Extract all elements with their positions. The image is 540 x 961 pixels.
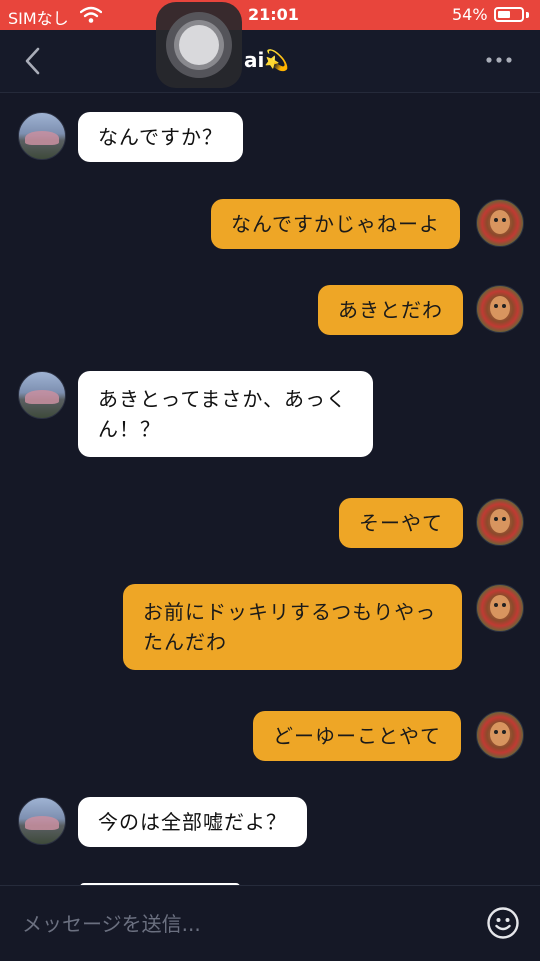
status-bar: SIMなし 21:01 54%	[0, 0, 540, 30]
message-composer	[0, 885, 540, 961]
contact-avatar[interactable]	[18, 112, 66, 160]
user-avatar[interactable]	[476, 199, 524, 247]
message-bubble-received[interactable]: 今のは全部嘘だよ？	[78, 797, 307, 847]
message-bubble-sent[interactable]: あきとだわ	[318, 285, 463, 335]
user-avatar[interactable]	[476, 584, 524, 632]
message-list[interactable]: なんですか？ なんですかじゃねーよ あきとだわ あきとってまさか、あっくん！？ …	[0, 93, 540, 885]
contact-avatar[interactable]	[18, 797, 66, 845]
wifi-icon	[80, 6, 102, 23]
message-bubble-sent[interactable]: そーやて	[339, 498, 463, 548]
chat-header: ai💫	[0, 30, 540, 93]
message-bubble-received[interactable]: あきとってまさか、あっくん！？	[78, 371, 373, 457]
battery-icon	[494, 7, 524, 22]
assistive-touch-button[interactable]	[156, 2, 242, 88]
more-dots-icon[interactable]	[484, 50, 514, 70]
emoji-icon[interactable]	[486, 906, 520, 940]
message-bubble-sent[interactable]: どーゆーことやて	[253, 711, 461, 761]
user-avatar[interactable]	[476, 498, 524, 546]
battery-tip	[526, 12, 529, 18]
battery-percent: 54%	[452, 5, 488, 24]
contact-avatar[interactable]	[18, 371, 66, 419]
message-input[interactable]	[20, 908, 454, 940]
chat-title: ai💫	[244, 48, 290, 72]
clock: 21:01	[248, 5, 299, 24]
carrier-label: SIMなし	[8, 9, 69, 28]
message-bubble-sent[interactable]: なんですかじゃねーよ	[211, 199, 460, 249]
message-bubble-received[interactable]: なんですか？	[78, 112, 243, 162]
user-avatar[interactable]	[476, 285, 524, 333]
back-chevron-icon[interactable]	[18, 44, 48, 78]
user-avatar[interactable]	[476, 711, 524, 759]
message-bubble-sent[interactable]: お前にドッキリするつもりやったんだわ	[123, 584, 462, 670]
battery-level-fill	[498, 11, 510, 18]
